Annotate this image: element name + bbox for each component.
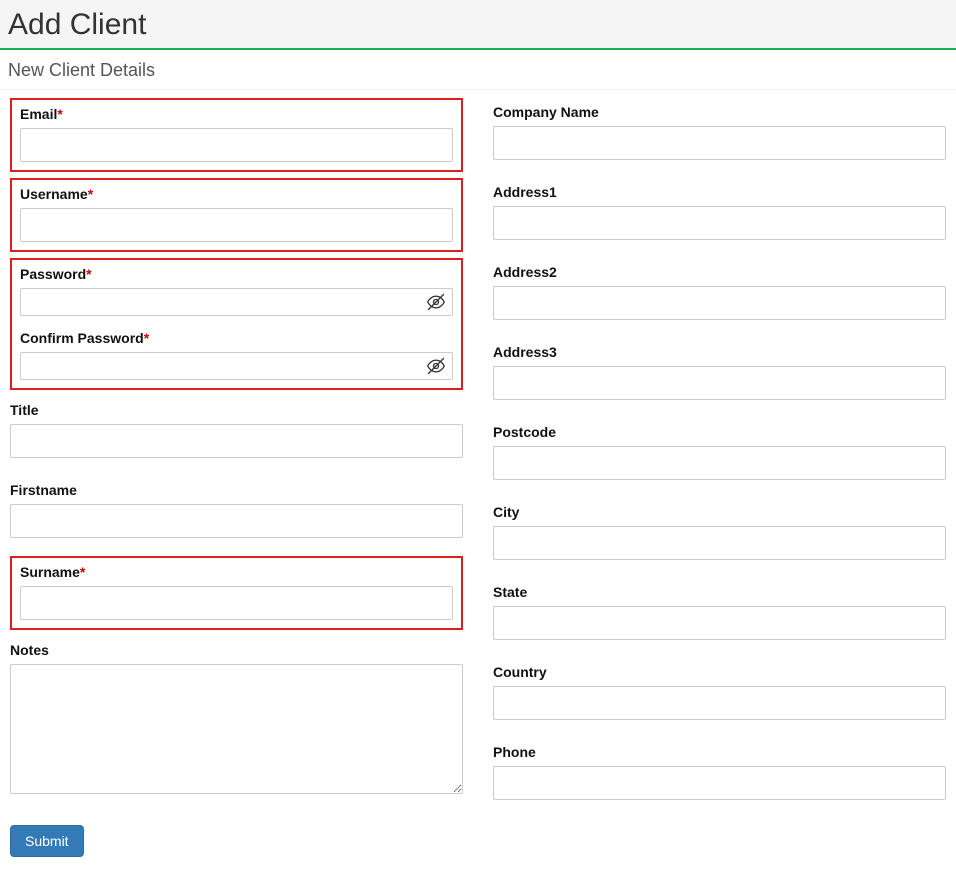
password-group: Password* Confirm Password* [10,258,463,390]
company-name-group: Company Name [493,98,946,168]
section-title: New Client Details [0,50,956,83]
address1-input[interactable] [493,206,946,240]
title-label: Title [10,402,463,418]
toggle-password-visibility-icon[interactable] [425,291,447,313]
required-star: * [57,106,62,122]
state-group: State [493,578,946,648]
city-label: City [493,504,946,520]
state-label: State [493,584,946,600]
postcode-label: Postcode [493,424,946,440]
city-group: City [493,498,946,568]
right-column: Company Name Address1 Address2 Address3 … [493,98,946,857]
confirm-password-input[interactable] [20,352,453,380]
address3-group: Address3 [493,338,946,408]
address1-group: Address1 [493,178,946,248]
required-star: * [88,186,93,202]
postcode-input[interactable] [493,446,946,480]
country-group: Country [493,658,946,728]
firstname-input[interactable] [10,504,463,538]
password-label: Password* [20,266,453,282]
notes-group: Notes [10,636,463,805]
email-input[interactable] [20,128,453,162]
address2-group: Address2 [493,258,946,328]
state-input[interactable] [493,606,946,640]
email-group: Email* [10,98,463,172]
surname-input[interactable] [20,586,453,620]
country-label: Country [493,664,946,680]
client-form: Email* Username* Password* [0,89,956,877]
address3-label: Address3 [493,344,946,360]
phone-input[interactable] [493,766,946,800]
phone-label: Phone [493,744,946,760]
left-column: Email* Username* Password* [10,98,463,857]
email-label: Email* [20,106,453,122]
password-input[interactable] [20,288,453,316]
required-star: * [80,564,85,580]
surname-group: Surname* [10,556,463,630]
title-group: Title [10,396,463,466]
firstname-label: Firstname [10,482,463,498]
city-input[interactable] [493,526,946,560]
page-header: Add Client [0,0,956,50]
company-name-label: Company Name [493,104,946,120]
surname-label: Surname* [20,564,453,580]
address3-input[interactable] [493,366,946,400]
postcode-group: Postcode [493,418,946,488]
address2-input[interactable] [493,286,946,320]
company-name-input[interactable] [493,126,946,160]
country-input[interactable] [493,686,946,720]
username-group: Username* [10,178,463,252]
required-star: * [144,330,149,346]
submit-button[interactable]: Submit [10,825,84,857]
notes-textarea[interactable] [10,664,463,794]
confirm-password-label: Confirm Password* [20,330,453,346]
phone-group: Phone [493,738,946,808]
username-input[interactable] [20,208,453,242]
page-title: Add Client [8,8,946,42]
address2-label: Address2 [493,264,946,280]
notes-label: Notes [10,642,463,658]
required-star: * [86,266,91,282]
username-label: Username* [20,186,453,202]
title-input[interactable] [10,424,463,458]
toggle-confirm-password-visibility-icon[interactable] [425,355,447,377]
address1-label: Address1 [493,184,946,200]
firstname-group: Firstname [10,476,463,546]
